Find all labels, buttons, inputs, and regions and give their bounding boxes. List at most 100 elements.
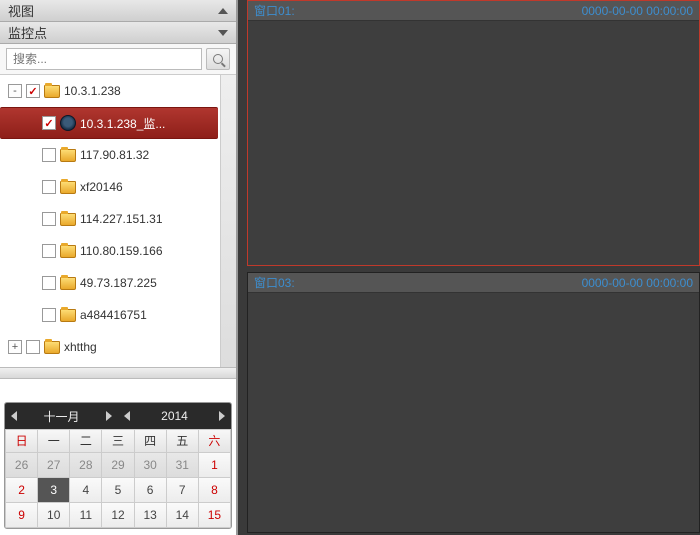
checkbox[interactable] (26, 340, 40, 354)
calendar-year: 2014 (136, 409, 213, 423)
calendar-dow: 六 (199, 430, 230, 452)
calendar-day[interactable]: 5 (102, 478, 133, 502)
calendar-day[interactable]: 3 (38, 478, 69, 502)
calendar-day[interactable]: 2 (6, 478, 37, 502)
chevron-up-icon (218, 8, 228, 14)
folder-icon (60, 309, 76, 322)
tree-item[interactable]: 49.73.187.225 (0, 267, 236, 299)
folder-icon (60, 245, 76, 258)
tree-item[interactable]: 117.90.81.32 (0, 139, 236, 171)
month-next[interactable] (100, 403, 118, 429)
year-prev[interactable] (118, 403, 136, 429)
search-button[interactable] (206, 48, 230, 70)
tree-item-label: xhtthg (64, 340, 97, 354)
calendar-day[interactable]: 26 (6, 453, 37, 477)
tree-item-label: 10.3.1.238_监... (80, 115, 165, 132)
tree-item-label: 49.73.187.225 (80, 276, 157, 290)
folder-icon (44, 85, 60, 98)
collapse-icon[interactable]: - (8, 84, 22, 98)
year-next[interactable] (213, 403, 231, 429)
section-monitor[interactable]: 监控点 (0, 22, 236, 44)
expand-icon[interactable]: + (8, 340, 22, 354)
calendar-day[interactable]: 28 (70, 453, 101, 477)
tree-item-label: a484416751 (80, 308, 147, 322)
calendar-day[interactable]: 14 (167, 503, 198, 527)
chevron-left-icon (124, 411, 130, 421)
section-monitor-label: 监控点 (8, 23, 47, 42)
calendar-day[interactable]: 31 (167, 453, 198, 477)
tree-item[interactable]: xf20146 (0, 171, 236, 203)
video-tile[interactable]: 窗口01: 0000-00-00 00:00:00 (247, 0, 700, 266)
chevron-right-icon (219, 411, 225, 421)
calendar-day[interactable]: 1 (199, 453, 230, 477)
calendar-day[interactable]: 8 (199, 478, 230, 502)
video-tile-title: 窗口03: (254, 274, 295, 291)
chevron-left-icon (11, 411, 17, 421)
video-area: 窗口01: 0000-00-00 00:00:00 窗口03: 0000-00-00 … (247, 0, 700, 535)
tree-item[interactable]: -✓ 10.3.1.238 (0, 75, 236, 107)
calendar-day[interactable]: 10 (38, 503, 69, 527)
calendar-header: 十一月 2014 (5, 403, 231, 429)
video-tile-timestamp: 0000-00-00 00:00:00 (582, 276, 693, 290)
search-icon (213, 54, 223, 64)
folder-icon (60, 149, 76, 162)
chevron-right-icon (106, 411, 112, 421)
folder-icon (44, 341, 60, 354)
month-prev[interactable] (5, 403, 23, 429)
video-tile-body (248, 21, 699, 265)
tree-item[interactable]: + xhtthg (0, 331, 236, 363)
search-input[interactable] (6, 48, 202, 70)
tree-item-label: 110.80.159.166 (80, 244, 163, 258)
tree-item[interactable]: a484416751 (0, 299, 236, 331)
calendar-day[interactable]: 29 (102, 453, 133, 477)
calendar-day[interactable]: 15 (199, 503, 230, 527)
checkbox[interactable] (42, 308, 56, 322)
checkbox[interactable]: ✓ (26, 84, 40, 98)
calendar-month: 十一月 (23, 408, 100, 425)
calendar: 十一月 2014 日一二三四五六262728293031123456789101… (4, 402, 232, 529)
calendar-day[interactable]: 7 (167, 478, 198, 502)
tree-item-label: 10.3.1.238 (64, 84, 121, 98)
video-tile-header: 窗口03: 0000-00-00 00:00:00 (248, 273, 699, 293)
checkbox[interactable] (42, 148, 56, 162)
video-tile-timestamp: 0000-00-00 00:00:00 (582, 4, 693, 18)
calendar-day[interactable]: 13 (135, 503, 166, 527)
tree-item[interactable]: 114.227.151.31 (0, 203, 236, 235)
tree-item[interactable]: 110.80.159.166 (0, 235, 236, 267)
calendar-grid: 日一二三四五六262728293031123456789101112131415 (5, 429, 231, 528)
folder-icon (60, 213, 76, 226)
tree-item-label: xf20146 (80, 180, 123, 194)
calendar-dow: 日 (6, 430, 37, 452)
checkbox[interactable] (42, 276, 56, 290)
search-row (0, 44, 236, 75)
folder-icon (60, 277, 76, 290)
camera-icon (60, 115, 76, 131)
section-view-label: 视图 (8, 1, 34, 20)
checkbox[interactable] (42, 244, 56, 258)
calendar-day[interactable]: 12 (102, 503, 133, 527)
section-view[interactable]: 视图 (0, 0, 236, 22)
left-panel: 视图 监控点 -✓10.3.1.238✓10.3.1.238_监...117.9… (0, 0, 238, 535)
calendar-day[interactable]: 6 (135, 478, 166, 502)
calendar-dow: 二 (70, 430, 101, 452)
tree-scrollbar[interactable] (220, 75, 236, 367)
calendar-dow: 一 (38, 430, 69, 452)
video-tile-title: 窗口01: (254, 2, 295, 19)
checkbox[interactable] (42, 212, 56, 226)
calendar-day[interactable]: 27 (38, 453, 69, 477)
device-tree: -✓10.3.1.238✓10.3.1.238_监...117.90.81.32… (0, 75, 236, 367)
folder-icon (60, 181, 76, 194)
calendar-day[interactable]: 9 (6, 503, 37, 527)
tree-item[interactable]: ✓ 10.3.1.238_监... (0, 107, 218, 139)
checkbox[interactable]: ✓ (42, 116, 56, 130)
calendar-dow: 五 (167, 430, 198, 452)
calendar-day[interactable]: 11 (70, 503, 101, 527)
chevron-down-icon (218, 30, 228, 36)
tree-item-label: 114.227.151.31 (80, 212, 163, 226)
checkbox[interactable] (42, 180, 56, 194)
calendar-day[interactable]: 4 (70, 478, 101, 502)
calendar-day[interactable]: 30 (135, 453, 166, 477)
calendar-dow: 四 (135, 430, 166, 452)
video-tile[interactable]: 窗口03: 0000-00-00 00:00:00 (247, 272, 700, 533)
panel-divider (0, 367, 236, 379)
